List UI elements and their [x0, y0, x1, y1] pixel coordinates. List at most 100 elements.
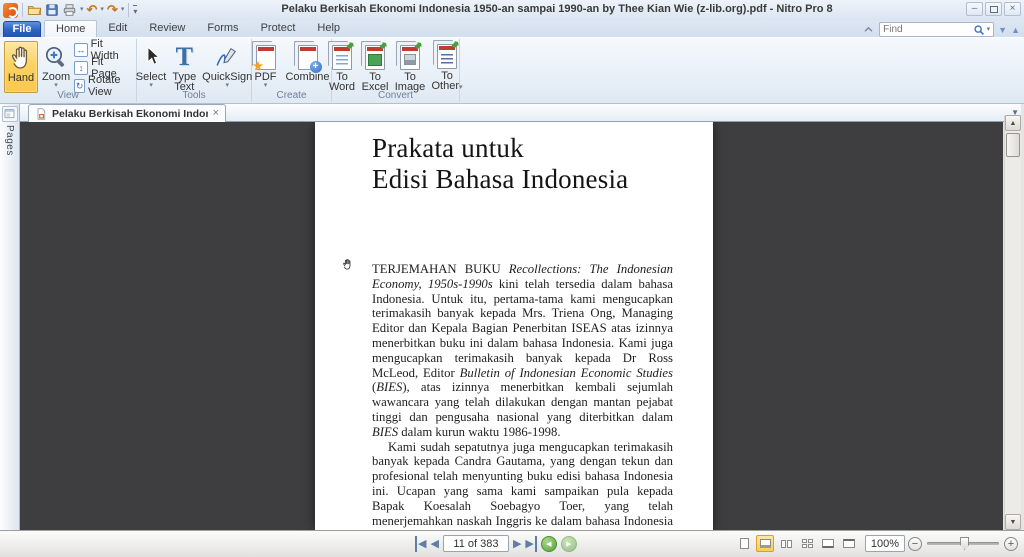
ribbon-tabs: Home Edit Review Forms Protect Help [44, 20, 351, 37]
pdf-page[interactable]: Prakata untuk Edisi Bahasa Indonesia TER… [315, 122, 713, 530]
zoom-slider-thumb[interactable] [960, 537, 970, 550]
zoom-out-button[interactable]: − [908, 536, 922, 551]
pages-panel-label[interactable]: Pages [4, 125, 15, 156]
tab-forms[interactable]: Forms [196, 20, 249, 37]
excel-document-icon [365, 45, 385, 70]
quicksign-button[interactable]: QuickSign ▾ [200, 41, 254, 93]
document-tab[interactable]: Pelaku Berkisah Ekonomi Indonesia... × [28, 104, 226, 122]
ribbon-group-view: Hand Zoom ▾ ↔ Fit Width ↕ Fit Page ↻ Rot… [0, 38, 137, 102]
chapter-heading: Prakata untuk Edisi Bahasa Indonesia [372, 133, 628, 195]
heading-line-2: Edisi Bahasa Indonesia [372, 164, 629, 194]
pages-panel-button[interactable] [1, 106, 18, 122]
open-file-icon[interactable] [27, 3, 42, 17]
zoom-dropdown-caret[interactable]: ▾ [54, 82, 58, 90]
fullscreen-view-button[interactable] [819, 535, 837, 552]
combine-documents-icon: + [297, 44, 322, 73]
type-text-button[interactable]: T Type Text [170, 41, 198, 93]
tab-edit[interactable]: Edit [97, 20, 138, 37]
search-icon[interactable] [973, 24, 985, 36]
tab-help[interactable]: Help [306, 20, 351, 37]
close-tab-icon[interactable]: × [213, 108, 219, 119]
presentation-view-button[interactable] [840, 535, 858, 552]
window-controls: – × [966, 2, 1021, 16]
history-forward-button[interactable]: ▶ [560, 535, 577, 552]
tab-home[interactable]: Home [44, 20, 98, 37]
to-image-button[interactable]: To Image [393, 41, 427, 93]
divider [22, 3, 23, 17]
first-page-icon[interactable]: ◀ [415, 535, 426, 552]
undo-dropdown-caret[interactable]: ▾ [100, 6, 104, 14]
view-small-buttons: ↔ Fit Width ↕ Fit Page ↻ Rotate View [74, 38, 132, 98]
search-options-caret[interactable]: ▾ [987, 26, 991, 34]
facing-continuous-view-button[interactable] [798, 535, 816, 552]
chevron-up-icon [864, 26, 873, 32]
find-previous-icon[interactable]: ▲ [1011, 24, 1020, 36]
print-icon[interactable] [62, 3, 77, 17]
group-label-convert: Convert [377, 90, 413, 101]
to-other-dropdown-caret[interactable]: ▾ [459, 84, 463, 91]
document-tab-bar: Pelaku Berkisah Ekonomi Indonesia... × ▼ [20, 104, 1024, 122]
window-title: Pelaku Berkisah Ekonomi Indonesia 1950-a… [281, 3, 833, 15]
scroll-down-button[interactable]: ▼ [1005, 514, 1021, 530]
to-excel-button[interactable]: To Excel [360, 41, 390, 93]
hand-tool-button[interactable]: Hand [4, 41, 38, 93]
nitro-pro-window: ▾ ↶ ▾ ↷ ▾ ▾ Pelaku Berkisah Ekonomi Indo… [0, 0, 1024, 557]
create-pdf-button[interactable]: PDF ▾ [252, 41, 279, 93]
facing-pages-view-button[interactable] [777, 535, 795, 552]
restore-button[interactable] [985, 2, 1002, 16]
ribbon-group-tools: Select ▾ T Type Text QuickSign ▾ Tools [134, 39, 254, 102]
close-button[interactable]: × [1004, 2, 1021, 16]
tab-protect[interactable]: Protect [250, 20, 307, 37]
save-icon[interactable] [45, 3, 59, 17]
next-page-icon[interactable]: ▶ [513, 536, 521, 552]
redo-dropdown-caret[interactable]: ▾ [121, 6, 125, 14]
select-cursor-icon [147, 46, 161, 65]
minimize-button[interactable]: – [966, 2, 983, 16]
single-page-view-button[interactable] [735, 535, 753, 552]
undo-icon[interactable]: ↶ [87, 3, 98, 17]
last-page-icon[interactable]: ▶ [525, 535, 537, 552]
find-box[interactable]: ▾ [879, 22, 995, 37]
print-dropdown-caret[interactable]: ▾ [80, 6, 84, 14]
ribbon-tab-strip: File Home Edit Review Forms Protect Help… [0, 20, 1024, 37]
scrollbar-thumb[interactable] [1006, 133, 1020, 157]
collapse-ribbon-button[interactable] [861, 24, 875, 36]
redo-icon[interactable]: ↷ [107, 3, 118, 17]
history-back-button[interactable]: ◀ [540, 535, 557, 552]
find-next-icon[interactable]: ▼ [998, 24, 1007, 36]
document-canvas[interactable]: Prakata untuk Edisi Bahasa Indonesia TER… [20, 122, 1003, 530]
tab-file[interactable]: File [3, 21, 41, 37]
quicksign-dropdown-caret[interactable]: ▾ [225, 82, 229, 90]
nitro-document-icon [37, 107, 46, 120]
select-tool-button[interactable]: Select ▾ [134, 41, 169, 93]
title-bar: ▾ ↶ ▾ ↷ ▾ ▾ Pelaku Berkisah Ekonomi Indo… [0, 0, 1024, 20]
pages-panel-icon [4, 109, 15, 119]
fit-width-view-button[interactable] [756, 535, 774, 552]
zoom-level-field[interactable]: 100% [865, 535, 905, 552]
zoom-slider[interactable] [927, 537, 999, 550]
find-input[interactable] [883, 24, 971, 35]
zoom-tool-button[interactable]: Zoom ▾ [40, 41, 72, 93]
ribbon-group-convert: To Word To Excel To Image To Other▾ Conv… [329, 39, 463, 102]
group-label-create: Create [276, 90, 307, 101]
nitro-logo-icon[interactable] [3, 2, 18, 18]
status-bar: ◀ ◀ 11 of 383 ▶ ▶ ◀ ▶ 100% − + [0, 530, 1024, 557]
zoom-in-button[interactable]: + [1004, 536, 1018, 551]
pdf-dropdown-caret[interactable]: ▾ [264, 82, 268, 90]
to-other-button[interactable]: To Other▾ [430, 41, 464, 93]
ribbon-home: Hand Zoom ▾ ↔ Fit Width ↕ Fit Page ↻ Rot… [0, 37, 1024, 104]
select-dropdown-caret[interactable]: ▾ [149, 82, 153, 90]
restore-icon [989, 5, 998, 13]
hand-grab-cursor-icon [341, 258, 354, 274]
group-label-view: View [57, 90, 79, 101]
page-number-field[interactable]: 11 of 383 [442, 535, 509, 552]
combine-button[interactable]: + Combine [285, 41, 331, 93]
pdf-document-icon [252, 44, 276, 71]
group-label-tools: Tools [182, 90, 206, 101]
vertical-scrollbar[interactable]: ▲ ▼ [1004, 115, 1021, 530]
to-word-button[interactable]: To Word [327, 41, 357, 93]
quick-access-toolbar: ▾ ↶ ▾ ↷ ▾ ▾ [3, 1, 138, 19]
previous-page-icon[interactable]: ◀ [430, 536, 438, 552]
tab-review[interactable]: Review [138, 20, 196, 37]
scroll-up-button[interactable]: ▲ [1005, 115, 1021, 131]
